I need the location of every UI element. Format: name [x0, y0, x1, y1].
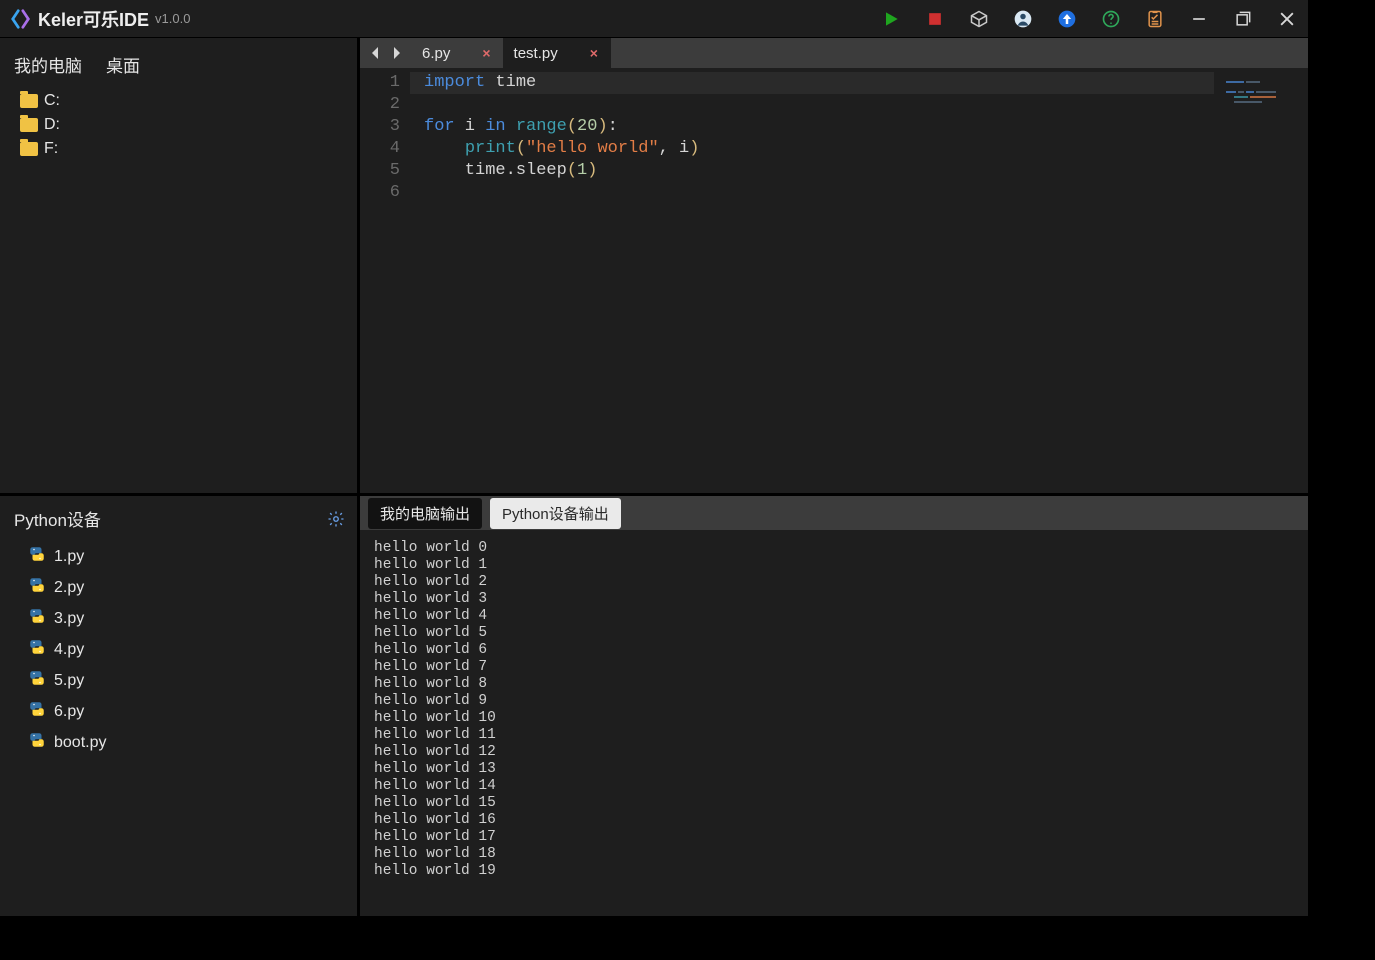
gear-icon[interactable] [327, 510, 345, 528]
explorer-drive-list: C: D: F: [0, 85, 357, 169]
editor-tab[interactable]: test.py × [504, 38, 611, 68]
code-line[interactable]: import time [410, 72, 1214, 94]
python-file-icon [28, 669, 46, 692]
line-number: 6 [360, 182, 400, 204]
upload-icon[interactable] [1056, 8, 1078, 30]
titlebar-actions [880, 8, 1302, 30]
device-file-name: boot.py [54, 734, 106, 752]
output-tabstrip: 我的电脑输出 Python设备输出 [360, 496, 1308, 530]
device-panel-title: Python设备 [14, 506, 101, 531]
code-line[interactable] [424, 94, 1308, 116]
device-panel: Python设备 1.py 2.py 3.py 4.py 5.py 6.py boot.py [0, 496, 360, 916]
device-file-item[interactable]: 5.py [26, 665, 349, 696]
folder-icon [20, 118, 38, 132]
stop-icon[interactable] [924, 8, 946, 30]
tab-label: 6.py [422, 45, 450, 62]
tab-nav [360, 38, 412, 68]
workspace: 我的电脑 桌面 C: D: F: 6.py × tes [0, 38, 1308, 916]
app-title: Keler可乐IDE [38, 6, 149, 32]
output-tab-device[interactable]: Python设备输出 [490, 498, 621, 529]
line-gutter: 123456 [360, 68, 410, 493]
package-icon[interactable] [968, 8, 990, 30]
python-file-icon [28, 607, 46, 630]
editor-tab[interactable]: 6.py × [412, 38, 504, 68]
folder-icon [20, 94, 38, 108]
drive-label: F: [44, 140, 58, 158]
code-line[interactable]: time.sleep(1) [424, 160, 1308, 182]
device-file-name: 1.py [54, 548, 84, 566]
device-file-name: 5.py [54, 672, 84, 690]
file-explorer: 我的电脑 桌面 C: D: F: [0, 38, 360, 496]
titlebar: Keler可乐IDE v1.0.0 [0, 0, 1308, 38]
device-file-name: 3.py [54, 610, 84, 628]
device-file-item[interactable]: boot.py [26, 727, 349, 758]
device-file-item[interactable]: 3.py [26, 603, 349, 634]
python-file-icon [28, 638, 46, 661]
drive-item[interactable]: D: [18, 113, 349, 137]
tab-label: test.py [514, 45, 558, 62]
tab-close-icon[interactable]: × [586, 45, 602, 61]
device-file-item[interactable]: 2.py [26, 572, 349, 603]
line-number: 1 [360, 72, 400, 94]
drive-label: D: [44, 116, 60, 134]
maximize-icon[interactable] [1232, 8, 1254, 30]
python-file-icon [28, 731, 46, 754]
output-pane: 我的电脑输出 Python设备输出 hello world 0 hello wo… [360, 496, 1308, 916]
run-icon[interactable] [880, 8, 902, 30]
app-version: v1.0.0 [155, 11, 190, 26]
python-file-icon [28, 545, 46, 568]
drive-item[interactable]: F: [18, 137, 349, 161]
editor-pane: 6.py × test.py × 123456 import time for i… [360, 38, 1308, 496]
line-number: 5 [360, 160, 400, 182]
code-area[interactable]: import time for i in range(20): print("he… [410, 68, 1308, 493]
help-icon[interactable] [1100, 8, 1122, 30]
app-window: Keler可乐IDE v1.0.0 我的电脑 桌面 C: D: [0, 0, 1308, 916]
python-file-icon [28, 700, 46, 723]
tab-prev-icon[interactable] [364, 38, 386, 68]
device-file-item[interactable]: 4.py [26, 634, 349, 665]
app-logo-icon [10, 8, 32, 30]
device-file-list: 1.py 2.py 3.py 4.py 5.py 6.py boot.py [0, 537, 357, 766]
tab-next-icon[interactable] [386, 38, 408, 68]
line-number: 3 [360, 116, 400, 138]
device-file-name: 6.py [54, 703, 84, 721]
minimap[interactable] [1218, 68, 1308, 108]
code-line[interactable] [424, 182, 1308, 204]
explorer-tabs: 我的电脑 桌面 [0, 38, 357, 85]
device-file-item[interactable]: 6.py [26, 696, 349, 727]
line-number: 2 [360, 94, 400, 116]
code-editor[interactable]: 123456 import time for i in range(20): pr… [360, 68, 1308, 493]
device-file-item[interactable]: 1.py [26, 541, 349, 572]
tab-close-icon[interactable]: × [478, 45, 494, 61]
drive-label: C: [44, 92, 60, 110]
code-line[interactable]: print("hello world", i) [424, 138, 1308, 160]
device-file-name: 2.py [54, 579, 84, 597]
drive-item[interactable]: C: [18, 89, 349, 113]
close-icon[interactable] [1276, 8, 1298, 30]
code-line[interactable]: for i in range(20): [424, 116, 1308, 138]
minimize-icon[interactable] [1188, 8, 1210, 30]
folder-icon [20, 142, 38, 156]
line-number: 4 [360, 138, 400, 160]
python-file-icon [28, 576, 46, 599]
output-tab-local[interactable]: 我的电脑输出 [368, 498, 482, 529]
explorer-tab-desktop[interactable]: 桌面 [106, 52, 140, 77]
device-file-name: 4.py [54, 641, 84, 659]
device-panel-header: Python设备 [0, 496, 357, 537]
tasks-icon[interactable] [1144, 8, 1166, 30]
output-console[interactable]: hello world 0 hello world 1 hello world … [360, 530, 1308, 916]
editor-tabstrip: 6.py × test.py × [360, 38, 1308, 68]
explorer-tab-mycomputer[interactable]: 我的电脑 [14, 52, 82, 77]
account-icon[interactable] [1012, 8, 1034, 30]
